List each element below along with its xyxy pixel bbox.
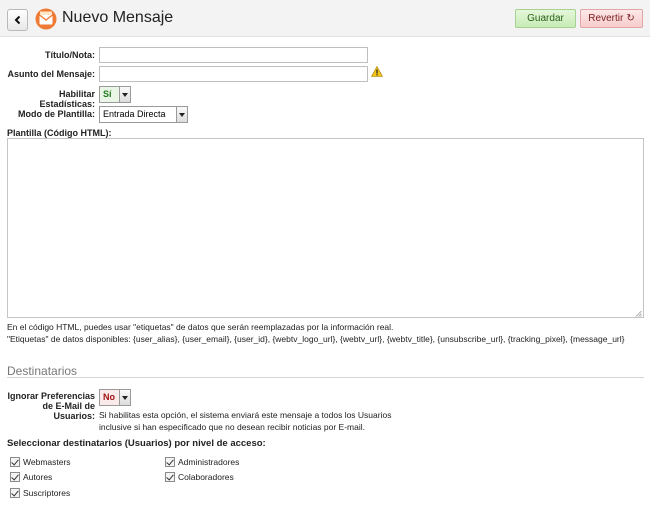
asunto-input[interactable]: [99, 66, 368, 82]
page-header: Nuevo Mensaje Guardar Revertir ↻: [0, 0, 650, 37]
refresh-icon: ↻: [626, 13, 635, 24]
back-button[interactable]: [7, 9, 28, 31]
page-title: Nuevo Mensaje: [62, 9, 174, 26]
chevron-down-icon: [119, 390, 130, 405]
estadisticas-select[interactable]: Sí: [99, 86, 131, 103]
ignore-select-value: No: [100, 390, 119, 405]
checkbox-webmasters[interactable]: Webmasters: [10, 457, 71, 467]
checkbox-administradores[interactable]: Administradores: [165, 457, 239, 467]
checkbox-autores[interactable]: Autores: [10, 472, 52, 482]
chevron-left-icon: [14, 15, 20, 25]
save-button[interactable]: Guardar: [515, 9, 576, 28]
ignore-preferences-label: Ignorar Preferencias de E-Mail de Usuari…: [7, 391, 95, 421]
chevron-down-icon: [176, 107, 187, 122]
checkbox-colaboradores[interactable]: Colaboradores: [165, 472, 234, 482]
section-title-destinatarios: Destinatarios: [7, 364, 78, 378]
checkbox-box[interactable]: [165, 457, 175, 467]
help-text-line1: En el código HTML, puedes usar "etiqueta…: [7, 322, 394, 332]
revert-button-label: Revertir: [588, 13, 624, 24]
help-text-line2: "Etiquetas" de datos disponibles: {user_…: [7, 334, 625, 344]
resize-grip-icon[interactable]: [635, 310, 642, 317]
checkbox-suscriptores[interactable]: Suscriptores: [10, 488, 70, 498]
ignore-label-line1: Ignorar Preferencias: [7, 391, 95, 401]
warning-icon: [371, 66, 383, 77]
section-divider: [7, 377, 644, 378]
titulo-label: Título/Nota:: [45, 50, 95, 60]
asunto-label: Asunto del Mensaje:: [7, 69, 95, 79]
ignore-label-line2: de E-Mail de Usuarios:: [42, 401, 95, 421]
checkbox-box[interactable]: [165, 472, 175, 482]
checkbox-label: Webmasters: [23, 457, 71, 467]
ignore-preferences-select[interactable]: No: [99, 389, 131, 406]
checkbox-box[interactable]: [10, 472, 20, 482]
revert-button[interactable]: Revertir ↻: [580, 9, 643, 28]
titulo-input[interactable]: [99, 47, 368, 63]
estadisticas-label: Habilitar Estadísticas:: [39, 89, 95, 109]
checkbox-label: Administradores: [178, 457, 240, 467]
chevron-down-icon: [119, 87, 130, 102]
checkbox-label: Autores: [23, 472, 53, 482]
ignore-preferences-help: Si habilitas esta opción, el sistema env…: [99, 410, 392, 432]
mail-envelope-icon: [35, 8, 57, 30]
modo-select[interactable]: Entrada Directa: [99, 106, 188, 123]
modo-label: Modo de Plantilla:: [17, 109, 95, 119]
checkbox-box[interactable]: [10, 488, 20, 498]
modo-select-value: Entrada Directa: [103, 109, 166, 119]
plantilla-editor[interactable]: [7, 138, 644, 318]
checkbox-box[interactable]: [10, 457, 20, 467]
checkbox-label: Colaboradores: [178, 472, 234, 482]
plantilla-label: Plantilla (Código HTML):: [7, 128, 112, 138]
access-level-title: Seleccionar destinatarios (Usuarios) por…: [7, 438, 266, 449]
checkbox-label: Suscriptores: [23, 488, 71, 498]
estadisticas-select-value: Sí: [100, 87, 119, 102]
